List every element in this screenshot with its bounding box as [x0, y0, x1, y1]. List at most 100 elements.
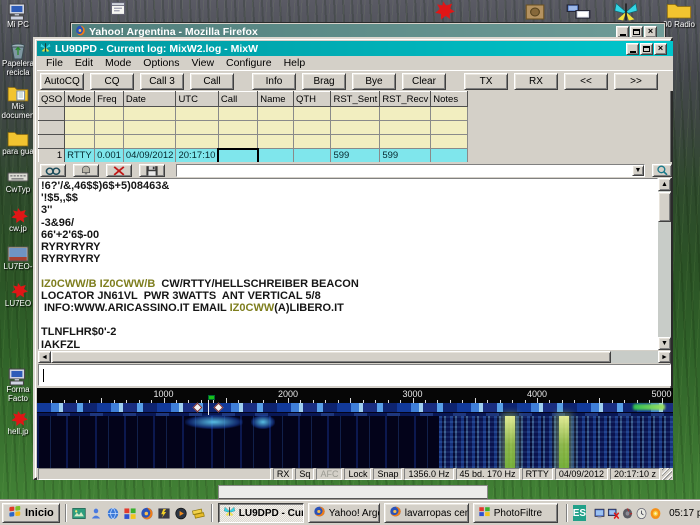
log-cell[interactable] [123, 121, 176, 135]
notes-icon[interactable] [191, 506, 206, 521]
log-cell[interactable] [218, 107, 257, 121]
log-cell[interactable] [293, 107, 331, 121]
desktop-icon-forma-facto[interactable]: Forma Facto [1, 368, 35, 403]
firefox-close-button[interactable]: × [644, 26, 657, 38]
menu-help[interactable]: Help [278, 57, 312, 69]
start-button[interactable]: Inicio [2, 503, 60, 523]
log-cell[interactable] [431, 135, 468, 149]
binoculars-button[interactable] [40, 164, 66, 177]
scroll-right-icon[interactable]: ► [658, 351, 671, 363]
menu-file[interactable]: File [40, 57, 69, 69]
floppy-button[interactable] [139, 164, 165, 177]
desktop-icon-network[interactable] [560, 3, 597, 20]
log-cell[interactable] [39, 107, 65, 121]
task-button-photofiltre[interactable]: PhotoFiltre [473, 503, 558, 523]
log-cell[interactable] [331, 121, 380, 135]
log-cell[interactable] [380, 135, 431, 149]
log-cell[interactable] [95, 135, 124, 149]
menu-options[interactable]: Options [137, 57, 185, 69]
log-cell-freq[interactable]: 0.001 [95, 149, 124, 163]
log-cell-utc[interactable]: 20:17:10 [176, 149, 218, 163]
status-lock[interactable]: Lock [344, 468, 371, 480]
log-cell[interactable] [258, 135, 294, 149]
log-cell[interactable] [380, 121, 431, 135]
column-header-freq[interactable]: Freq [95, 92, 124, 107]
macro-button-tx[interactable]: TX [464, 73, 508, 90]
log-cell[interactable] [65, 121, 95, 135]
log-cell-qth[interactable] [293, 149, 331, 163]
column-header-qth[interactable]: QTH [293, 92, 331, 107]
rx-horizontal-scrollbar[interactable]: ◄ ► [38, 351, 671, 363]
log-cell[interactable] [331, 135, 380, 149]
log-cell[interactable] [95, 121, 124, 135]
log-cell-name[interactable] [258, 149, 294, 163]
log-cell[interactable] [39, 135, 65, 149]
log-cell[interactable] [431, 107, 468, 121]
player-icon[interactable] [174, 506, 189, 521]
rx-vertical-scrollbar[interactable]: ▲ ▼ [658, 178, 671, 350]
macro-button-item[interactable]: << [564, 73, 608, 90]
bell-button[interactable] [73, 164, 99, 177]
desktop-icon-mis-documen[interactable]: Mis documen [1, 85, 35, 120]
desktop-icon-box[interactable] [518, 3, 552, 21]
desktop-icon-butterfly[interactable] [606, 1, 646, 23]
log-cell[interactable] [293, 135, 331, 149]
scrollbar-thumb[interactable] [51, 351, 611, 363]
macro-button-info[interactable]: Info [252, 73, 296, 90]
resize-grip[interactable] [662, 468, 672, 480]
desktop-icon-hell-jp[interactable]: hell.jp [1, 410, 35, 437]
grid-icon[interactable] [123, 506, 138, 521]
desktop-icon-red-figure[interactable] [424, 0, 462, 22]
macro-button-cq[interactable]: CQ [90, 73, 134, 90]
scroll-up-icon[interactable]: ▲ [658, 178, 671, 191]
menu-edit[interactable]: Edit [69, 57, 99, 69]
column-header-rst-recv[interactable]: RST_Recv [380, 92, 431, 107]
log-cell-mode[interactable]: RTTY [65, 149, 95, 163]
mixw-minimize-button[interactable] [626, 43, 639, 55]
log-cell[interactable] [431, 121, 468, 135]
mixw-maximize-button[interactable] [640, 43, 653, 55]
messenger-icon[interactable] [89, 506, 104, 521]
chevron-down-icon[interactable]: ▼ [632, 165, 644, 176]
task-button-yahoo-argentina[interactable]: Yahoo! Argentina .. [308, 503, 380, 523]
log-cell[interactable] [218, 121, 257, 135]
desktop-icon-cw-jp[interactable]: cw.jp [1, 207, 35, 234]
log-cell[interactable] [258, 121, 294, 135]
log-cell[interactable] [123, 107, 176, 121]
log-cell-notes[interactable] [431, 149, 468, 163]
scroll-left-icon[interactable]: ◄ [38, 351, 51, 363]
log-cell[interactable] [176, 121, 218, 135]
menu-view[interactable]: View [185, 57, 220, 69]
status-afc[interactable]: AFC [316, 468, 342, 480]
desktop-icon-app-window[interactable] [104, 1, 132, 16]
waterfall-spectrum[interactable] [37, 403, 673, 468]
log-cell-qso[interactable]: 1 [39, 149, 65, 163]
desktop-icon-papelera-recicla[interactable]: Papelera recicla [1, 42, 35, 77]
log-cell-rst_sent[interactable]: 599 [331, 149, 380, 163]
macro-button-bye[interactable]: Bye [352, 73, 396, 90]
log-cell-call[interactable] [218, 149, 257, 163]
mixw-titlebar[interactable]: LU9DPD - Current log: MixW2.log - MixW × [37, 41, 673, 56]
log-cell[interactable] [218, 135, 257, 149]
log-cell-date[interactable]: 04/09/2012 [123, 149, 176, 163]
picture-icon[interactable] [72, 506, 87, 521]
xmark-button[interactable] [106, 164, 132, 177]
menu-configure[interactable]: Configure [220, 57, 278, 69]
scrollbar-thumb[interactable] [658, 192, 671, 222]
desktop-icon-lu7eo[interactable]: LU7EO [1, 282, 35, 309]
tx-input-area[interactable] [38, 364, 671, 386]
firefox-icon[interactable] [140, 506, 155, 521]
column-header-mode[interactable]: Mode [65, 92, 95, 107]
column-header-qso[interactable]: QSO [39, 92, 65, 107]
log-cell[interactable] [39, 121, 65, 135]
log-cell[interactable] [258, 107, 294, 121]
macro-button-call-3[interactable]: Call 3 [140, 73, 184, 90]
log-cell[interactable] [293, 121, 331, 135]
status-rx[interactable]: RX [273, 468, 294, 480]
log-cell[interactable] [331, 107, 380, 121]
macro-button-call[interactable]: Call [190, 73, 234, 90]
scroll-down-icon[interactable]: ▼ [658, 337, 671, 350]
search-combo[interactable]: ▼ [176, 164, 645, 177]
firefox-minimize-button[interactable] [616, 26, 629, 38]
log-cell[interactable] [176, 135, 218, 149]
